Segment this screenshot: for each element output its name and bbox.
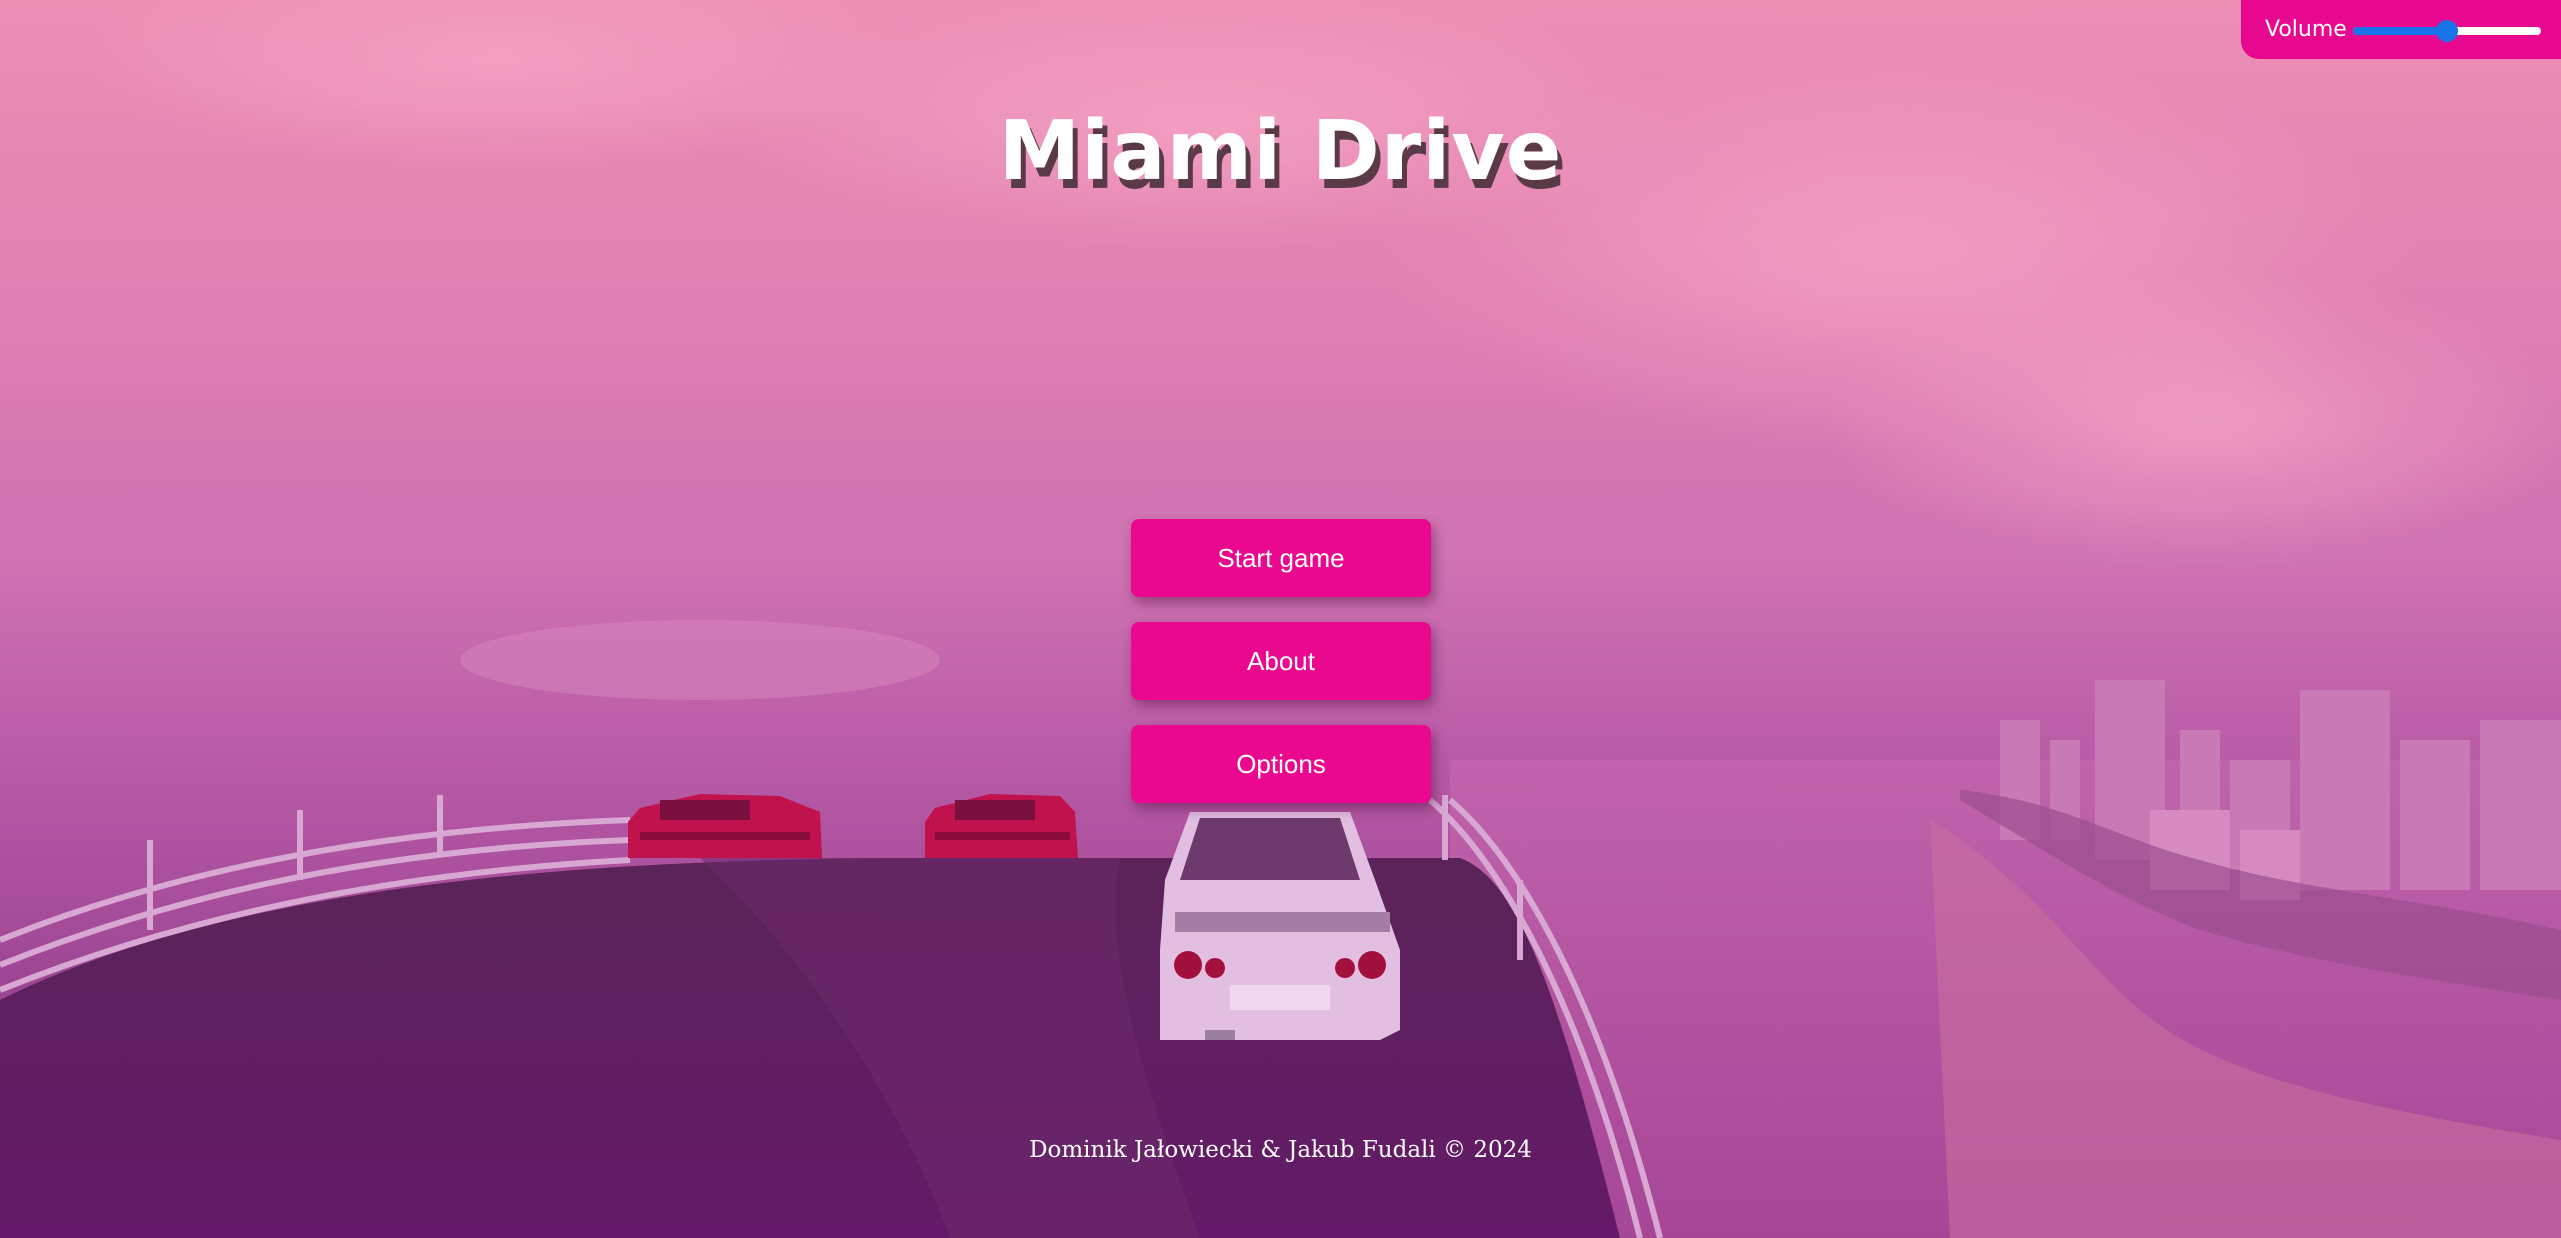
volume-control: Volume	[2241, 0, 2561, 59]
main-menu: Start game About Options	[1131, 519, 1431, 828]
game-title: Miami Drive	[998, 104, 1563, 199]
opponent-car-right	[925, 794, 1078, 858]
volume-slider-thumb[interactable]	[2435, 19, 2458, 42]
player-car	[1160, 812, 1400, 1040]
options-button[interactable]: Options	[1131, 725, 1431, 803]
volume-slider[interactable]	[2352, 19, 2541, 42]
volume-label: Volume	[2265, 17, 2347, 42]
start-game-button[interactable]: Start game	[1131, 519, 1431, 597]
volume-slider-fill	[2352, 26, 2447, 35]
about-button[interactable]: About	[1131, 622, 1431, 700]
credits-footer: Dominik Jałowiecki & Jakub Fudali © 2024	[1029, 1137, 1532, 1163]
opponent-car-left	[628, 794, 822, 858]
